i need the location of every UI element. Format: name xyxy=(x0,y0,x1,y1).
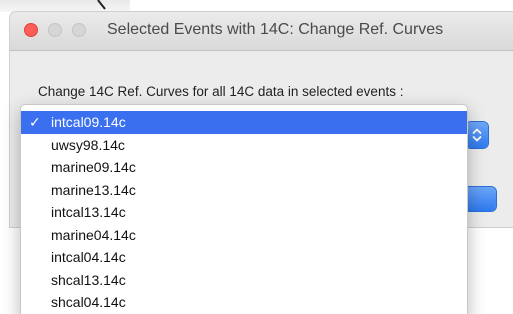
window-title: Selected Events with 14C: Change Ref. Cu… xyxy=(107,21,444,38)
menu-item-label: intcal09.14c xyxy=(51,114,126,130)
menu-item-shcal04[interactable]: shcal04.14c xyxy=(21,291,467,314)
menu-item-label: marine09.14c xyxy=(51,159,136,175)
menu-item-label: shcal04.14c xyxy=(51,294,126,310)
menu-item-label: shcal13.14c xyxy=(51,271,126,288)
screenshot-page: Selected Events with 14C: Change Ref. Cu… xyxy=(0,0,513,314)
menu-item-label: marine04.14c xyxy=(51,226,136,243)
menu-item-marine04[interactable]: marine04.14c xyxy=(21,224,467,247)
up-down-chevron-icon xyxy=(472,128,482,142)
zoom-window-button[interactable] xyxy=(72,23,86,37)
menu-item-shcal13[interactable]: shcal13.14c xyxy=(21,269,467,292)
close-window-button[interactable] xyxy=(24,23,38,37)
title-bar[interactable]: Selected Events with 14C: Change Ref. Cu… xyxy=(10,12,513,51)
menu-item-marine13[interactable]: marine13.14c xyxy=(21,179,467,202)
cursor-mark xyxy=(97,0,106,10)
dialog-prompt: Change 14C Ref. Curves for all 14C data … xyxy=(38,84,404,99)
background-strip xyxy=(0,0,130,12)
checkmark-icon: ✓ xyxy=(29,114,41,130)
menu-item-label: intcal13.14c xyxy=(51,204,126,220)
ref-curve-popup-button[interactable] xyxy=(466,122,488,148)
minimize-window-button[interactable] xyxy=(48,23,62,37)
menu-item-marine09[interactable]: marine09.14c xyxy=(21,156,467,179)
menu-item-label: uwsy98.14c xyxy=(51,136,125,153)
menu-list: ✓ intcal09.14c uwsy98.14c marine09.14c m… xyxy=(21,105,467,314)
menu-item-uwsy98[interactable]: uwsy98.14c xyxy=(21,134,467,157)
menu-item-label: marine13.14c xyxy=(51,181,136,198)
menu-item-intcal09[interactable]: ✓ intcal09.14c xyxy=(21,111,467,134)
menu-item-intcal04[interactable]: intcal04.14c xyxy=(21,246,467,269)
menu-item-intcal13[interactable]: intcal13.14c xyxy=(21,201,467,224)
menu-item-label: intcal04.14c xyxy=(51,249,126,265)
ref-curve-dropdown-menu: ✓ intcal09.14c uwsy98.14c marine09.14c m… xyxy=(20,104,468,314)
